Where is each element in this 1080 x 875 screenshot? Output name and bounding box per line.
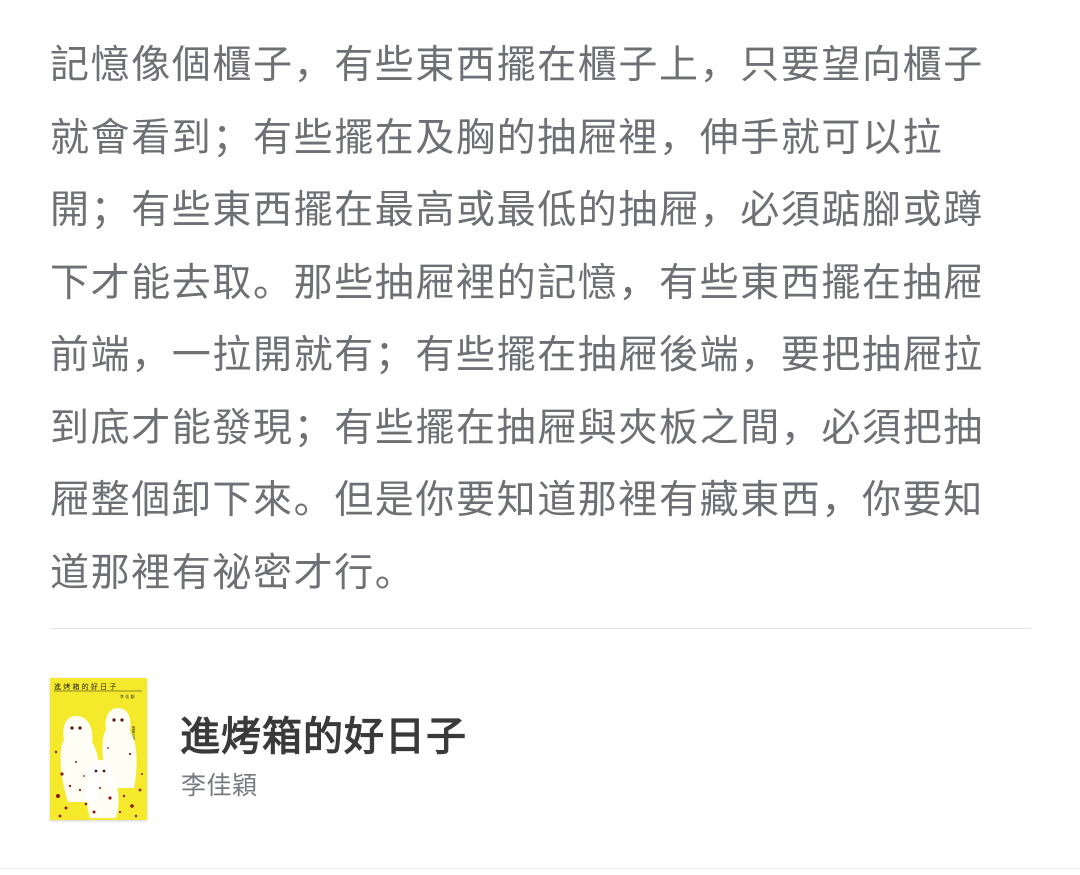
book-cover-image[interactable]: 進 烤 箱 的 好 日 子 李 佳 穎 長篇小說 [50,678,147,820]
book-author[interactable]: 李佳穎 [181,766,258,802]
bottom-divider [0,868,1080,869]
svg-text:進 烤 箱 的 好 日 子: 進 烤 箱 的 好 日 子 [54,682,116,691]
book-card[interactable]: 進 烤 箱 的 好 日 子 李 佳 穎 長篇小說 進烤箱的好日子 李佳穎 [50,678,750,822]
svg-text:李 佳 穎: 李 佳 穎 [120,693,135,699]
divider [50,628,1031,629]
quote-text: 記憶像個櫃子，有些東西擺在櫃子上，只要望向櫃子 就會看到；有些擺在及胸的抽屜裡，… [50,43,984,596]
book-title[interactable]: 進烤箱的好日子 [180,704,467,762]
